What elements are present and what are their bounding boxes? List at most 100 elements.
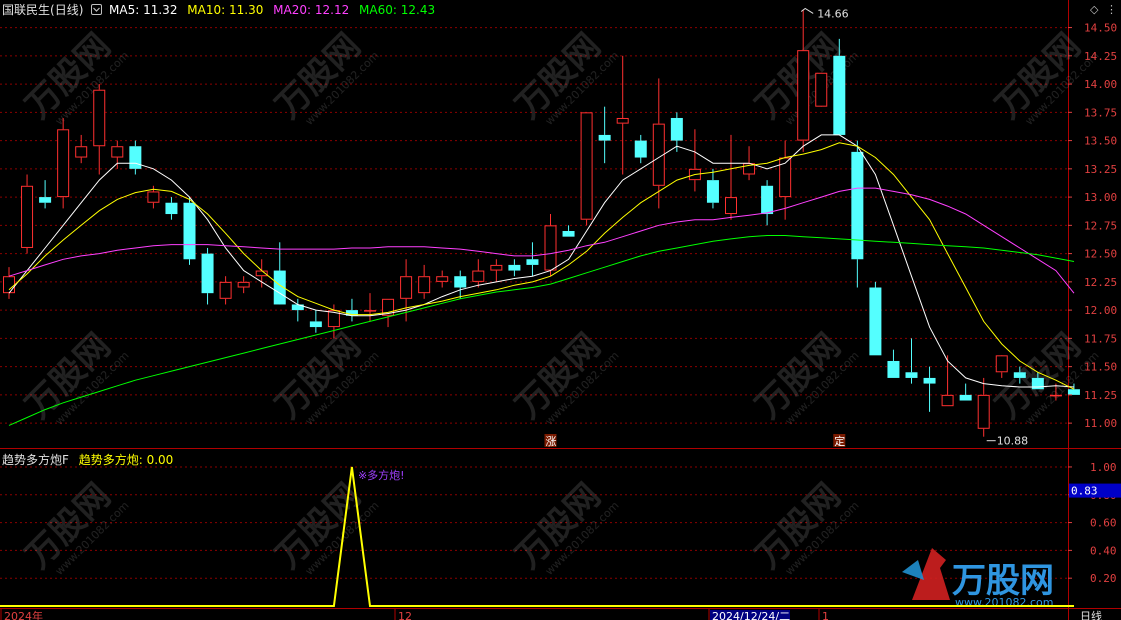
ma5-legend: MA5: 11.32 <box>109 3 178 17</box>
axis-tick-label: 14.25 <box>1084 50 1117 63</box>
candle <box>706 168 719 209</box>
ma10-legend: MA10: 11.30 <box>187 3 264 17</box>
candle <box>869 281 882 356</box>
candle-body <box>1013 372 1026 378</box>
candle <box>219 276 232 305</box>
candle-body <box>797 50 810 141</box>
candle-body <box>490 264 503 271</box>
candle-body <box>237 281 250 288</box>
candle-body <box>21 185 34 248</box>
candle <box>364 293 376 322</box>
axis-tick-label: 13.00 <box>1084 191 1117 204</box>
candle <box>923 366 936 412</box>
candle-body <box>93 89 106 147</box>
candle <box>959 383 972 401</box>
candle <box>93 84 106 175</box>
axis-tick-label: 12.25 <box>1084 276 1117 289</box>
candle <box>544 214 557 277</box>
candle-body <box>833 55 846 135</box>
candle <box>418 264 431 299</box>
axis-tick-label: 14.50 <box>1084 22 1117 35</box>
candle <box>75 134 88 164</box>
candle-body <box>111 146 124 158</box>
candle <box>580 112 593 226</box>
current-value-label: 0.83 <box>1071 485 1098 498</box>
candle-body <box>57 129 70 198</box>
brand-logo: 万股网www.201082.com <box>902 548 1054 609</box>
axis-tick-label: 11.25 <box>1084 389 1117 402</box>
candle-body <box>815 72 828 107</box>
candle <box>941 355 954 407</box>
candle-body <box>129 146 142 169</box>
axis-tick-label: 13.25 <box>1084 163 1117 176</box>
watermark: 万股网www.201082.com <box>18 476 131 578</box>
candle-body <box>887 360 900 378</box>
candle <box>165 197 178 220</box>
candle <box>851 140 864 288</box>
candle-body <box>508 264 521 271</box>
candle <box>995 355 1008 378</box>
candle-body <box>3 276 15 294</box>
candle-body <box>670 117 683 141</box>
candle-body <box>147 191 160 203</box>
candle-body <box>1031 377 1044 390</box>
candle <box>472 259 485 288</box>
ma-line-ma10 <box>8 142 1075 390</box>
candle <box>616 55 629 175</box>
axis-tick-label: 12.75 <box>1084 219 1117 232</box>
candle-body <box>923 377 936 384</box>
candle <box>490 259 503 282</box>
date-label: 12 <box>398 610 412 620</box>
candle-body <box>39 197 52 203</box>
candle-body <box>201 253 214 294</box>
ma-line-ma5 <box>8 134 1075 388</box>
axis-tick-label: 1.00 <box>1090 461 1117 474</box>
candle <box>273 242 286 305</box>
event-marker-label: 定 <box>834 434 845 448</box>
panel-corner-controls: ◇ ⋮ <box>1090 3 1117 16</box>
candle <box>977 377 990 437</box>
candle <box>797 9 810 152</box>
candle-body <box>941 394 954 407</box>
main-header: 国联民生(日线) MA5: 11.32 MA10: 11.30 MA20: 12… <box>2 1 435 18</box>
ma60-legend: MA60: 12.43 <box>359 3 436 17</box>
axis-tick-label: 12.00 <box>1084 304 1117 317</box>
watermark: 万股网www.201082.com <box>18 26 131 128</box>
axis-tick-label: 11.75 <box>1084 332 1117 345</box>
candle-body <box>616 117 629 124</box>
candle <box>57 117 70 209</box>
date-label: 1 <box>822 610 829 620</box>
diamond-icon[interactable]: ◇ <box>1090 3 1098 16</box>
candle <box>887 349 900 378</box>
candle <box>779 140 792 220</box>
expand-icon[interactable]: ⋮ <box>1106 3 1117 16</box>
stock-name[interactable]: 国联民生 <box>2 3 50 17</box>
signal-label: ※多方炮! <box>358 468 405 482</box>
candle <box>598 106 611 164</box>
arrow-left-icon <box>902 560 924 580</box>
date-axis: 2024年 12 2024/12/24/二 1 日线 <box>0 609 1102 620</box>
indicator-name[interactable]: 趋势多方炮F <box>2 453 69 467</box>
candle-body <box>562 231 575 237</box>
axis-tick-label: 13.50 <box>1084 135 1117 148</box>
candle-body <box>706 180 719 203</box>
candle-body <box>1049 394 1062 397</box>
watermark: 万股网www.201082.com <box>748 476 861 578</box>
axis-tick-label: 12.50 <box>1084 248 1117 261</box>
axis-tick-label: 14.00 <box>1084 78 1117 91</box>
date-label: 2024/12/24/二 <box>712 610 790 620</box>
candle-body <box>995 355 1008 373</box>
candle <box>3 267 15 299</box>
date-label: 2024年 <box>4 609 43 620</box>
candle-body <box>580 112 593 220</box>
candle <box>688 129 701 192</box>
candle <box>905 338 918 384</box>
logo-url-text: www.201082.com <box>955 596 1053 609</box>
candle <box>562 225 575 237</box>
candle-body <box>400 276 413 299</box>
chevron-down-icon[interactable] <box>91 4 103 15</box>
axis-tick-label: 0.40 <box>1090 544 1117 557</box>
candle-body <box>364 310 376 312</box>
candle-body <box>634 140 647 158</box>
candle <box>39 180 52 209</box>
